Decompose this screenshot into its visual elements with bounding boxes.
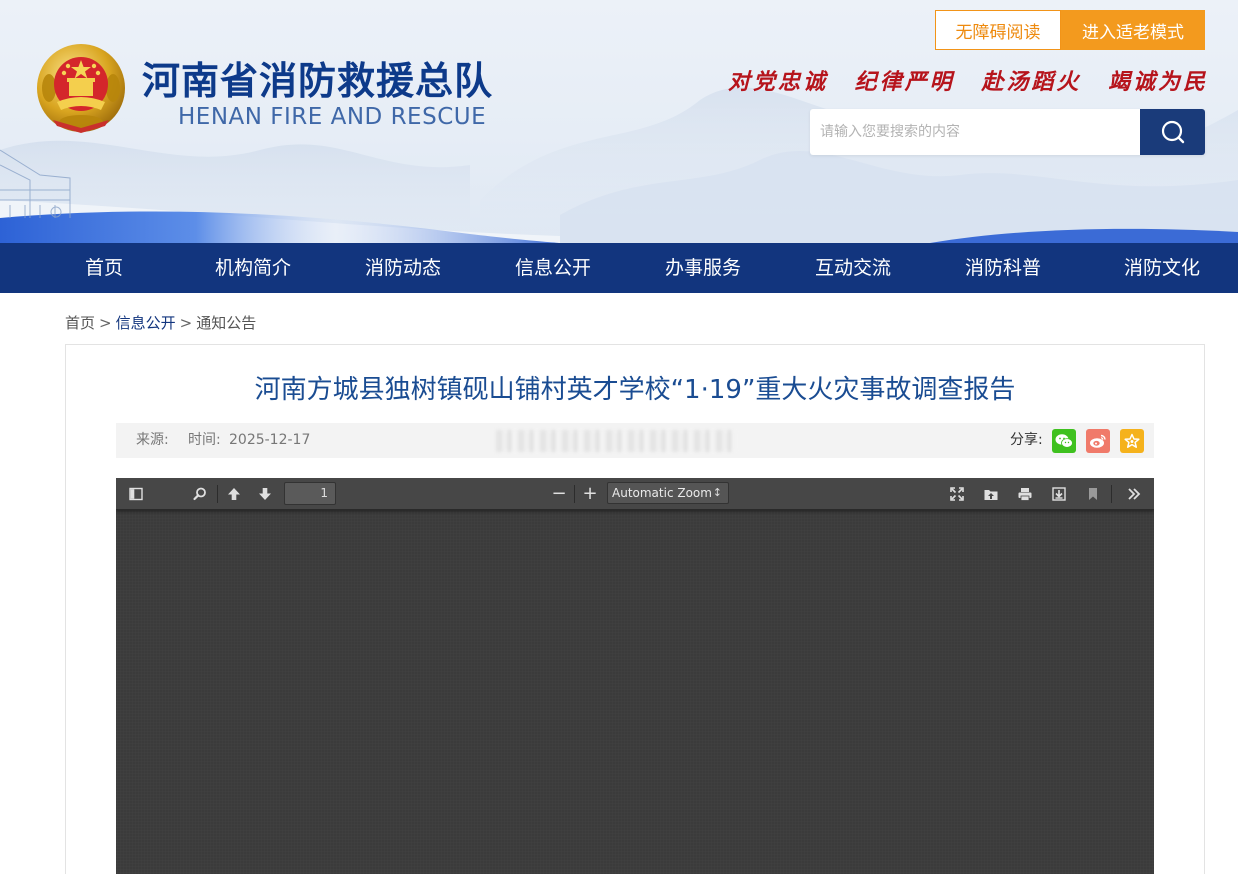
nav-item-news[interactable]: 消防动态 <box>365 243 441 293</box>
breadcrumb-notices[interactable]: 通知公告 <box>196 314 256 332</box>
nav-item-home[interactable]: 首页 <box>85 243 123 293</box>
arrow-down-icon <box>259 488 271 500</box>
zoom-select[interactable]: Automatic Zoom ↕ <box>607 482 729 504</box>
zoom-out-button[interactable]: − <box>547 483 571 505</box>
arrow-up-icon <box>228 488 240 500</box>
next-page-button[interactable] <box>253 483 277 505</box>
nav-item-fire-science[interactable]: 消防科普 <box>965 243 1041 293</box>
blurred-meta-text <box>496 430 736 452</box>
open-file-button[interactable] <box>979 483 1003 505</box>
nav-item-interaction[interactable]: 互动交流 <box>815 243 891 293</box>
slogan-3: 赴汤蹈火 <box>981 69 1082 95</box>
nav-item-fire-culture[interactable]: 消防文化 <box>1124 243 1200 293</box>
print-button[interactable] <box>1013 483 1037 505</box>
open-file-icon <box>984 490 998 500</box>
find-button[interactable] <box>188 483 212 505</box>
article-container: 河南方城县独树镇砚山铺村英才学校“1·19”重大火灾事故调查报告 来源: 时间:… <box>65 344 1205 874</box>
site-title: 河南省消防救援总队 <box>142 59 494 103</box>
search-button[interactable] <box>1140 109 1205 155</box>
breadcrumb: 首页 > 信息公开 > 通知公告 <box>65 312 256 333</box>
wechat-icon <box>1055 434 1073 448</box>
toggle-sidebar-button[interactable] <box>124 483 148 505</box>
slogan-row: 对党忠诚 纪律严明 赴汤蹈火 竭诚为民 <box>728 64 1208 96</box>
slogan-2: 纪律严明 <box>854 69 955 95</box>
presentation-mode-button[interactable] <box>945 483 969 505</box>
bookmark-button[interactable] <box>1081 483 1105 505</box>
toolbar-separator <box>574 485 575 503</box>
breadcrumb-home[interactable]: 首页 <box>65 314 95 332</box>
favorite-icon <box>1124 433 1140 448</box>
zoom-in-button[interactable]: + <box>578 483 602 505</box>
download-icon <box>1052 487 1066 501</box>
publish-time: 2025-12-17 <box>229 432 311 448</box>
breadcrumb-separator: > <box>179 314 193 332</box>
favorite-share-button[interactable] <box>1120 429 1144 453</box>
accessibility-reading-button[interactable]: 无障碍阅读 <box>935 10 1061 50</box>
wechat-share-button[interactable] <box>1052 429 1076 453</box>
print-icon <box>1018 488 1032 501</box>
double-chevron-right-icon <box>1128 488 1141 500</box>
nav-item-services[interactable]: 办事服务 <box>665 243 741 293</box>
fullscreen-icon <box>950 487 964 501</box>
zoom-select-value: Automatic Zoom <box>612 486 712 500</box>
nav-item-about[interactable]: 机构简介 <box>215 243 291 293</box>
nav-item-info-disclosure[interactable]: 信息公开 <box>515 243 591 293</box>
slogan-1: 对党忠诚 <box>728 69 829 95</box>
site-subtitle: HENAN FIRE AND RESCUE <box>178 104 487 130</box>
select-caret-icon: ↕ <box>712 486 722 499</box>
search-icon <box>1161 120 1184 144</box>
search-input[interactable] <box>810 109 1140 155</box>
search-box <box>810 109 1205 155</box>
toolbar-separator <box>1111 485 1112 503</box>
article-meta-bar: 来源: 时间: 2025-12-17 分享: <box>116 423 1154 458</box>
site-header: 河南省消防救援总队 HENAN FIRE AND RESCUE 无障碍阅读 进入… <box>0 0 1238 243</box>
page-number-input[interactable]: 1 <box>284 482 336 505</box>
weibo-share-button[interactable] <box>1086 429 1110 453</box>
article-title: 河南方城县独树镇砚山铺村英才学校“1·19”重大火灾事故调查报告 <box>254 375 1016 405</box>
pdf-toolbar: 1 − + Automatic Zoom ↕ <box>116 478 1154 510</box>
national-emblem-icon <box>37 44 125 133</box>
search-icon <box>193 487 206 501</box>
time-label: 时间: <box>188 432 221 448</box>
slogan-4: 竭诚为民 <box>1107 69 1208 95</box>
weibo-icon <box>1090 434 1106 448</box>
pdf-viewer[interactable]: 1 − + Automatic Zoom ↕ <box>116 478 1154 874</box>
share-label: 分享: <box>1010 432 1043 448</box>
tools-menu-button[interactable] <box>1122 483 1146 505</box>
source-label: 来源: <box>136 432 169 448</box>
elder-mode-button[interactable]: 进入适老模式 <box>1061 10 1205 50</box>
toolbar-separator <box>217 485 218 503</box>
download-button[interactable] <box>1047 483 1071 505</box>
sidebar-toggle-icon <box>129 487 143 501</box>
bookmark-icon <box>1089 488 1097 500</box>
previous-page-button[interactable] <box>222 483 246 505</box>
main-nav: 首页 机构简介 消防动态 信息公开 办事服务 互动交流 消防科普 消防文化 <box>0 243 1238 293</box>
breadcrumb-separator: > <box>99 314 112 332</box>
breadcrumb-info-disclosure[interactable]: 信息公开 <box>116 314 176 332</box>
